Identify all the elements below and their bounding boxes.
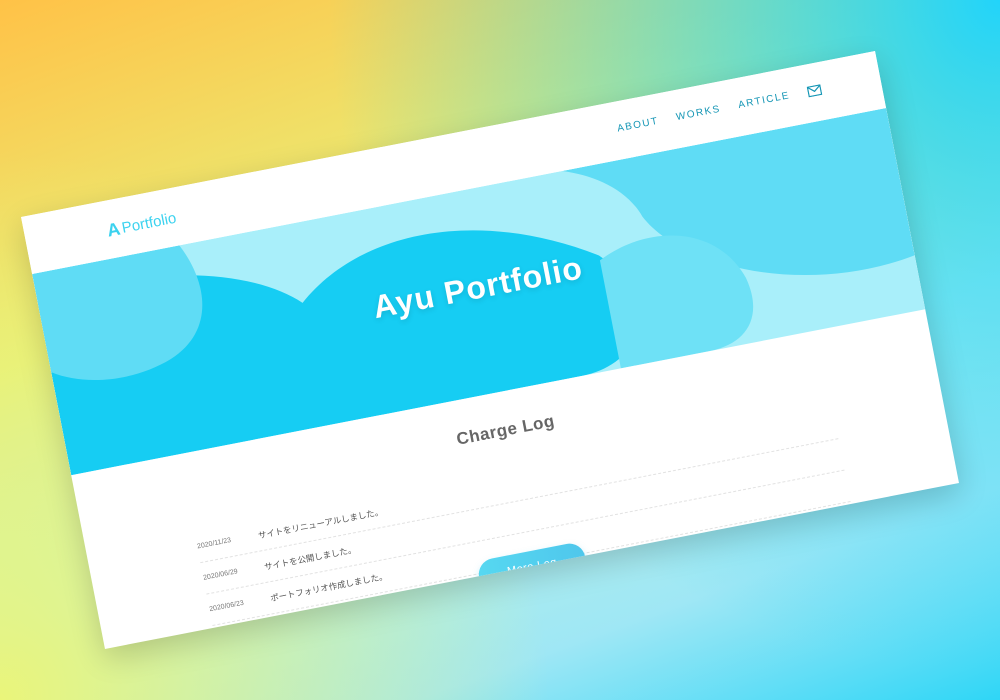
nav-about[interactable]: ABOUT <box>616 116 659 135</box>
logo-text: Portfolio <box>120 209 178 237</box>
log-date: 2020/06/29 <box>202 568 239 582</box>
nav-works[interactable]: WORKS <box>675 104 722 123</box>
log-date: 2020/06/23 <box>208 599 245 614</box>
logo-mark: A <box>105 218 122 241</box>
envelope-icon[interactable] <box>806 84 823 98</box>
log-date: 2020/11/23 <box>196 536 232 551</box>
nav-article[interactable]: ARTICLE <box>737 90 791 111</box>
site-logo[interactable]: A Portfolio <box>105 208 178 242</box>
